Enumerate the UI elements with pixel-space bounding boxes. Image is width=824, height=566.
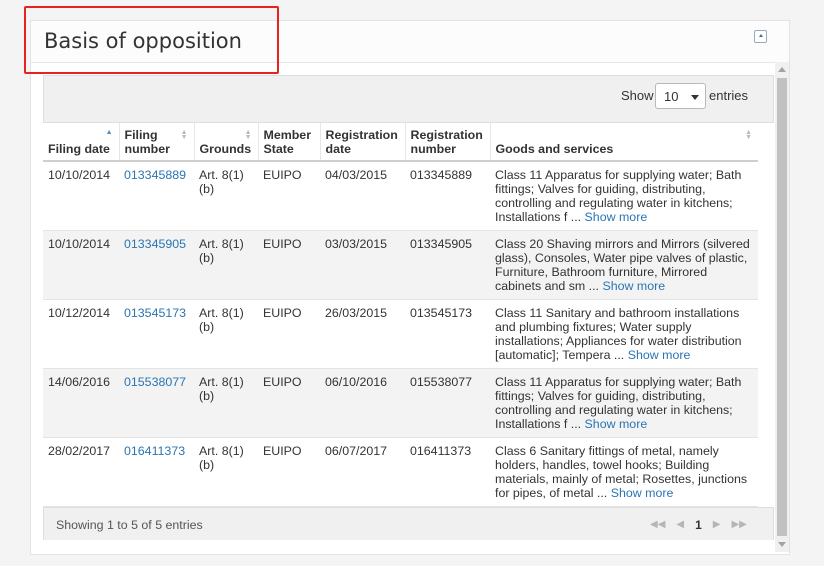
highlight-annotation <box>24 6 279 74</box>
column-header-registration-date[interactable]: Registration date <box>320 123 406 162</box>
next-page-icon[interactable]: ▶ <box>713 519 721 530</box>
show-more-link[interactable]: Show more <box>585 417 648 431</box>
table-toolbar: Show 10 entries <box>43 75 774 123</box>
table-scroll-area: Show 10 entries ▲ Filing date ▲ ▼ Filing … <box>43 75 774 540</box>
cell-registration-date: 04/03/2015 <box>320 161 405 231</box>
cell-member-state: EUIPO <box>258 299 320 369</box>
cell-grounds: Art. 8(1) (b) <box>194 368 258 438</box>
filing-number-link[interactable]: 015538077 <box>124 375 186 389</box>
show-label: Show <box>621 88 654 103</box>
column-header-line2: number <box>410 142 456 156</box>
cell-registration-date: 26/03/2015 <box>320 299 405 369</box>
column-header-line2: date <box>325 142 351 156</box>
table-row: 14/06/2016 015538077 Art. 8(1) (b) EUIPO… <box>43 368 758 438</box>
cell-goods-and-services: Class 11 Apparatus for supplying water; … <box>490 368 758 438</box>
cell-member-state: EUIPO <box>258 230 320 300</box>
show-more-link[interactable]: Show more <box>628 348 691 362</box>
cell-filing-number: 013345905 <box>119 230 194 300</box>
collapse-icon[interactable] <box>754 30 767 43</box>
cell-filing-date: 10/10/2014 <box>43 230 119 300</box>
column-header-goods-and-services[interactable]: ▲ ▼ Goods and services <box>490 123 758 162</box>
cell-filing-date: 14/06/2016 <box>43 368 119 438</box>
column-header-grounds[interactable]: ▲ ▼ Grounds <box>194 123 259 162</box>
last-page-icon[interactable]: ▶▶ <box>731 519 746 530</box>
filing-number-link[interactable]: 013345889 <box>124 168 186 182</box>
sort-icon: ▲ <box>105 129 113 136</box>
sort-icon: ▲ ▼ <box>180 129 188 141</box>
entries-select-value: 10 <box>664 89 679 104</box>
filing-number-link[interactable]: 013345905 <box>124 237 186 251</box>
cell-filing-number: 015538077 <box>119 368 194 438</box>
column-header-line1: Registration <box>410 128 483 142</box>
pagination: ◀◀ ◀ 1 ▶ ▶▶ <box>650 518 747 532</box>
entries-info: Showing 1 to 5 of 5 entries <box>56 517 203 532</box>
scroll-down-icon[interactable] <box>778 542 786 547</box>
cell-registration-number: 013345889 <box>405 161 490 231</box>
cell-registration-number: 016411373 <box>405 437 490 507</box>
column-header-filing-number[interactable]: ▲ ▼ Filing number <box>119 123 195 162</box>
column-header-line2: number <box>124 142 170 156</box>
column-header-filing-date[interactable]: ▲ Filing date <box>43 123 120 162</box>
column-header-line1: Filing date <box>48 142 110 156</box>
current-page[interactable]: 1 <box>695 518 702 532</box>
show-more-link[interactable]: Show more <box>611 486 674 500</box>
cell-registration-number: 015538077 <box>405 368 490 438</box>
cell-member-state: EUIPO <box>258 437 320 507</box>
entries-select[interactable]: 10 <box>655 83 706 109</box>
column-header-member-state[interactable]: Member State <box>258 123 321 162</box>
cell-goods-and-services: Class 11 Sanitary and bathroom installat… <box>490 299 758 369</box>
cell-registration-date: 03/03/2015 <box>320 230 405 300</box>
cell-filing-date: 10/10/2014 <box>43 161 119 231</box>
column-header-line2: State <box>263 142 294 156</box>
cell-registration-number: 013345905 <box>405 230 490 300</box>
chevron-down-icon <box>691 95 699 100</box>
table-row: 10/12/2014 013545173 Art. 8(1) (b) EUIPO… <box>43 299 758 369</box>
sort-icon: ▲ ▼ <box>745 129 752 141</box>
prev-page-icon[interactable]: ◀ <box>676 519 684 530</box>
column-header-line1: Member <box>263 128 312 142</box>
cell-filing-date: 10/12/2014 <box>43 299 119 369</box>
column-header-line1: Filing <box>124 128 158 142</box>
cell-grounds: Art. 8(1) (b) <box>194 299 258 369</box>
opposition-table: ▲ Filing date ▲ ▼ Filing number ▲ ▼ Ground… <box>43 123 758 507</box>
cell-goods-and-services: Class 20 Shaving mirrors and Mirrors (si… <box>490 230 758 300</box>
vertical-scrollbar[interactable] <box>775 62 789 552</box>
column-header-line1: Registration <box>325 128 398 142</box>
filing-number-link[interactable]: 013545173 <box>124 306 186 320</box>
goods-text: Class 11 Sanitary and bathroom installat… <box>495 305 742 362</box>
cell-registration-date: 06/10/2016 <box>320 368 405 438</box>
cell-filing-number: 016411373 <box>119 437 194 507</box>
cell-goods-and-services: Class 6 Sanitary fittings of metal, name… <box>490 437 758 507</box>
entries-label: entries <box>709 88 749 103</box>
table-header-row: ▲ Filing date ▲ ▼ Filing number ▲ ▼ Ground… <box>43 123 758 162</box>
cell-member-state: EUIPO <box>258 161 320 231</box>
filing-number-link[interactable]: 016411373 <box>124 444 185 458</box>
table-row: 10/10/2014 013345889 Art. 8(1) (b) EUIPO… <box>43 161 758 231</box>
column-header-registration-number[interactable]: Registration number <box>405 123 491 162</box>
cell-goods-and-services: Class 11 Apparatus for supplying water; … <box>490 161 758 231</box>
cell-grounds: Art. 8(1) (b) <box>194 161 258 231</box>
cell-registration-number: 013545173 <box>405 299 490 369</box>
table-row: 10/10/2014 013345905 Art. 8(1) (b) EUIPO… <box>43 230 758 300</box>
column-header-line1: Goods and services <box>495 142 614 156</box>
scrollbar-thumb[interactable] <box>777 78 787 536</box>
cell-registration-date: 06/07/2017 <box>320 437 405 507</box>
cell-filing-number: 013545173 <box>119 299 194 369</box>
cell-member-state: EUIPO <box>258 368 320 438</box>
sort-icon: ▲ ▼ <box>244 129 252 141</box>
first-page-icon[interactable]: ◀◀ <box>650 519 665 530</box>
table-footer: Showing 1 to 5 of 5 entries ◀◀ ◀ 1 ▶ ▶▶ <box>43 506 774 540</box>
cell-filing-number: 013345889 <box>119 161 194 231</box>
scroll-up-icon[interactable] <box>778 67 786 72</box>
show-more-link[interactable]: Show more <box>602 279 665 293</box>
cell-filing-date: 28/02/2017 <box>43 437 119 507</box>
cell-grounds: Art. 8(1) (b) <box>194 230 258 300</box>
cell-grounds: Art. 8(1) (b) <box>194 437 258 507</box>
show-more-link[interactable]: Show more <box>585 210 648 224</box>
column-header-line1: Grounds <box>199 142 252 156</box>
table-row: 28/02/2017 016411373 Art. 8(1) (b) EUIPO… <box>43 437 758 507</box>
